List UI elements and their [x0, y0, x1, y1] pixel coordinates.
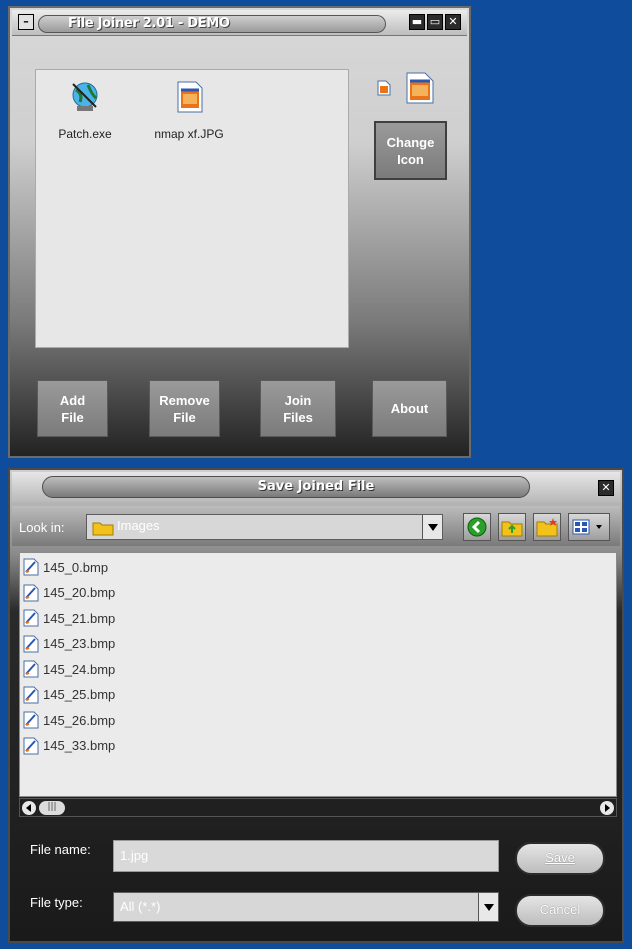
file-name: 145_33.bmp	[43, 738, 116, 753]
window-title: File Joiner 2.01 - DEMO	[68, 16, 230, 31]
list-item[interactable]: 145_25.bmp	[22, 683, 115, 707]
globe-exe-icon	[72, 82, 98, 111]
file-name: 145_23.bmp	[43, 636, 116, 651]
scroll-thumb[interactable]: |||	[39, 801, 65, 815]
system-menu-icon[interactable]: –	[18, 14, 34, 30]
join-files-button[interactable]: Join Files	[260, 380, 336, 437]
list-item[interactable]: 145_24.bmp	[22, 657, 115, 681]
bmp-file-icon	[23, 711, 39, 729]
file-name: 145_26.bmp	[43, 712, 116, 728]
file-name: 145_25.bmp	[43, 687, 116, 702]
file-label: nmap xf.JPG	[154, 127, 224, 141]
file-name: 145_20.bmp	[43, 585, 116, 600]
file-type-value: All (*.*)	[120, 899, 161, 914]
list-item[interactable]: 145_0.bmp	[22, 555, 108, 579]
list-item[interactable]: 145_21.bmp	[22, 606, 115, 630]
new-folder-button[interactable]	[533, 513, 561, 541]
file-label: Patch.exe	[58, 127, 112, 141]
look-in-select[interactable]: Images	[86, 514, 443, 540]
dialog-title: Save Joined File	[257, 479, 375, 494]
cancel-button[interactable]: Cancel	[515, 894, 605, 927]
small-icon-preview	[377, 80, 391, 96]
horizontal-scrollbar[interactable]: |||	[19, 798, 617, 817]
bmp-file-icon	[23, 660, 39, 678]
file-name: 145_0.bmp	[43, 559, 109, 575]
bmp-file-icon	[23, 558, 39, 576]
view-grid-icon	[572, 519, 602, 535]
folder-icon	[92, 522, 114, 536]
add-file-button[interactable]: Add File	[37, 380, 108, 437]
list-item[interactable]: 145_33.bmp	[22, 734, 115, 758]
view-menu-button[interactable]	[568, 513, 610, 541]
list-item[interactable]: 145_20.bmp	[22, 581, 115, 605]
list-item[interactable]: 145_26.bmp	[22, 708, 115, 732]
file-list[interactable]: 145_0.bmp 145_20.bmp 145_21.bmp 145_23.bmp 1…	[19, 552, 617, 797]
save-dialog: Save Joined File ✕ Look in: Images 145_0…	[8, 468, 624, 943]
dropdown-arrow-icon[interactable]	[422, 515, 442, 539]
list-item[interactable]: 145_23.bmp	[22, 632, 115, 656]
change-icon-button[interactable]: Change Icon	[374, 121, 447, 180]
bmp-file-icon	[23, 686, 39, 703]
bmp-file-icon	[23, 609, 39, 627]
save-button[interactable]: Save	[515, 842, 605, 875]
joiner-titlebar[interactable]: – File Joiner 2.01 - DEMO ▬ ▭ ✕	[12, 10, 467, 36]
file-item-patch[interactable]: Patch.exe	[40, 80, 130, 141]
back-button[interactable]	[463, 513, 491, 541]
look-in-value: Images	[117, 518, 160, 533]
about-button[interactable]: About	[372, 380, 447, 437]
file-type-label: File type:	[30, 895, 83, 910]
up-folder-button[interactable]	[498, 513, 526, 541]
up-folder-icon	[501, 521, 523, 537]
large-icon-preview	[406, 72, 434, 104]
scroll-right-icon[interactable]	[600, 801, 614, 815]
back-arrow-icon	[467, 517, 487, 537]
file-name: 145_24.bmp	[43, 661, 116, 677]
file-joiner-window: – File Joiner 2.01 - DEMO ▬ ▭ ✕ Patch.ex…	[8, 6, 471, 458]
bmp-file-icon	[23, 635, 39, 652]
file-name-input[interactable]: 1.jpg	[113, 840, 499, 872]
file-name: 145_21.bmp	[43, 610, 116, 626]
save-button-label: Save	[545, 850, 575, 865]
remove-file-button[interactable]: Remove File	[149, 380, 220, 437]
bmp-file-icon	[23, 584, 39, 601]
file-item-nmap[interactable]: nmap xf.JPG	[144, 80, 234, 141]
minimize-icon[interactable]: ▬	[409, 14, 425, 30]
file-name-label: File name:	[30, 842, 91, 857]
file-list-pane[interactable]: Patch.exe nmap xf.JPG	[35, 69, 349, 348]
maximize-icon[interactable]: ▭	[427, 14, 443, 30]
jpg-file-icon	[177, 81, 203, 113]
file-type-select[interactable]: All (*.*)	[113, 892, 499, 922]
close-icon[interactable]: ✕	[445, 14, 461, 30]
dialog-titlebar[interactable]: Save Joined File ✕	[12, 472, 620, 502]
close-icon[interactable]: ✕	[598, 480, 614, 496]
scroll-left-icon[interactable]	[22, 801, 36, 815]
bmp-file-icon	[23, 737, 39, 754]
look-in-label: Look in:	[19, 520, 65, 535]
dropdown-arrow-icon[interactable]	[478, 893, 498, 921]
new-folder-icon	[536, 518, 558, 537]
